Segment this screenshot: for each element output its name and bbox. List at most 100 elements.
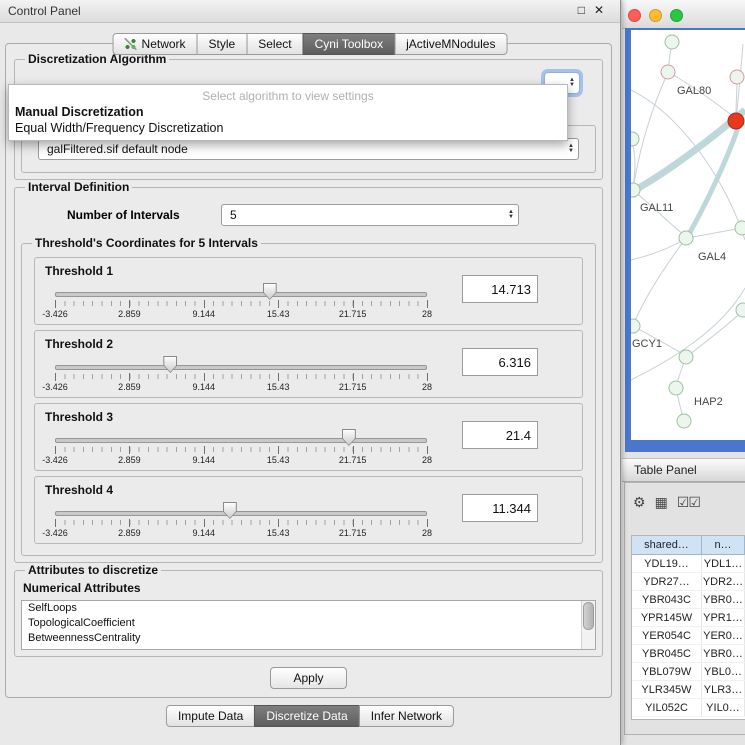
slider-major-tick xyxy=(353,519,354,527)
minimize-traffic-light[interactable] xyxy=(649,9,662,22)
table-row[interactable]: YBL079WYBL0… xyxy=(632,663,745,681)
tab-style[interactable]: Style xyxy=(197,33,248,55)
network-node-gal4[interactable] xyxy=(679,231,693,245)
number-of-intervals-combobox[interactable]: 5 ▲▼ xyxy=(221,204,519,226)
scrollbar-thumb[interactable] xyxy=(583,602,594,630)
window-controls: □ ✕ xyxy=(578,3,604,17)
settings-gear-icon[interactable]: ⚙ xyxy=(633,494,645,511)
numerical-attributes-list[interactable]: SelfLoopsTopologicalCoefficientBetweenne… xyxy=(21,600,596,650)
slider-tick-label: 15.43 xyxy=(267,382,290,392)
slider-tick-label: 21.715 xyxy=(339,455,367,465)
network-node[interactable] xyxy=(730,70,744,84)
slider-track[interactable] xyxy=(55,438,427,443)
network-node[interactable] xyxy=(631,132,639,146)
close-traffic-light[interactable] xyxy=(628,9,641,22)
slider-track[interactable] xyxy=(55,292,427,297)
slider-tick-label: -3.426 xyxy=(42,455,68,465)
network-window-titlebar[interactable] xyxy=(622,0,745,29)
threshold-value-input[interactable] xyxy=(462,348,538,376)
slider-major-tick xyxy=(129,300,130,308)
table-row[interactable]: YBR043CYBR0… xyxy=(632,591,745,609)
slider-track[interactable] xyxy=(55,511,427,516)
attribute-item[interactable]: BetweennessCentrality xyxy=(22,631,595,646)
table-row[interactable]: YDR27…YDR2… xyxy=(632,573,745,591)
threshold-value-input[interactable] xyxy=(462,275,538,303)
table-panel-header[interactable]: Table Panel xyxy=(622,458,745,482)
attribute-item[interactable]: TopologicalCoefficient xyxy=(22,616,595,631)
threshold-slider[interactable]: -3.4262.8599.14415.4321.71528 xyxy=(55,428,427,468)
network-node-hap2[interactable] xyxy=(669,381,683,395)
slider-thumb[interactable] xyxy=(342,429,356,446)
dropdown-option-equal-width-frequency-discretization[interactable]: Equal Width/Frequency Discretization xyxy=(9,120,567,136)
bottom-tab-bar: Impute DataDiscretize DataInfer Network xyxy=(166,705,454,727)
network-graph: GAL80GAL11GAL4GCY1HAP2 xyxy=(631,30,745,440)
table-row[interactable]: YPR145WYPR1… xyxy=(632,609,745,627)
number-of-intervals-row: Number of Intervals 5 ▲▼ xyxy=(67,204,596,226)
network-node[interactable] xyxy=(735,221,745,235)
tab-impute-data[interactable]: Impute Data xyxy=(166,705,255,727)
tab-jactivemnodules[interactable]: jActiveMNodules xyxy=(394,33,507,55)
table-row[interactable]: YIL052CYIL0… xyxy=(632,699,745,717)
network-node[interactable] xyxy=(736,303,745,317)
network-node[interactable] xyxy=(677,414,691,428)
dropdown-option-manual-discretization[interactable]: Manual Discretization xyxy=(9,104,567,120)
float-window-icon[interactable]: □ xyxy=(578,3,585,17)
show-columns-icon[interactable]: ▦ xyxy=(655,494,667,511)
network-edge[interactable] xyxy=(631,240,683,260)
network-node-gal11[interactable] xyxy=(631,183,640,197)
threshold-slider[interactable]: -3.4262.8599.14415.4321.71528 xyxy=(55,501,427,541)
table-data-value: galFiltered.sif default node xyxy=(47,142,188,156)
network-edge[interactable] xyxy=(686,228,742,238)
number-of-intervals-value: 5 xyxy=(230,208,237,222)
control-panel-title: Control Panel xyxy=(8,4,81,18)
thresholds-list: Threshold 1-3.4262.8599.14415.4321.71528… xyxy=(28,257,589,544)
slider-thumb[interactable] xyxy=(163,356,177,373)
attribute-item[interactable]: SelfLoops xyxy=(22,601,595,616)
threshold-value-input[interactable] xyxy=(462,494,538,522)
interval-definition-group: Interval Definition Number of Intervals … xyxy=(14,180,603,563)
control-panel-titlebar[interactable]: Control Panel □ ✕ xyxy=(0,0,620,23)
column-header-n[interactable]: n… xyxy=(702,536,745,555)
slider-thumb[interactable] xyxy=(223,502,237,519)
zoom-traffic-light[interactable] xyxy=(670,9,683,22)
table-panel: ⚙▦☑☑ shared…n… YDL19…YDL1…YDR27…YDR2…YBR… xyxy=(624,482,745,735)
threshold-value-input[interactable] xyxy=(462,421,538,449)
table-header-row: shared…n… xyxy=(632,536,745,555)
network-canvas[interactable]: GAL80GAL11GAL4GCY1HAP2 xyxy=(631,30,745,440)
slider-thumb[interactable] xyxy=(263,283,277,300)
network-view-frame: GAL80GAL11GAL4GCY1HAP2 xyxy=(625,28,745,452)
table-row[interactable]: YDL19…YDL1… xyxy=(632,555,745,573)
table-cell: YPR1… xyxy=(702,609,745,626)
tab-cyni-toolbox[interactable]: Cyni Toolbox xyxy=(303,33,395,55)
node-label-gal4: GAL4 xyxy=(698,251,726,263)
network-node-gcy1[interactable] xyxy=(631,319,640,333)
network-node[interactable] xyxy=(728,113,744,129)
table-row[interactable]: YER054CYER0… xyxy=(632,627,745,645)
tab-network[interactable]: Network xyxy=(113,33,198,55)
slider-major-tick xyxy=(278,519,279,527)
network-node-gal80[interactable] xyxy=(661,65,675,79)
slider-major-tick xyxy=(204,373,205,381)
network-node[interactable] xyxy=(679,350,693,364)
table-row[interactable]: YBR045CYBR0… xyxy=(632,645,745,663)
network-node[interactable] xyxy=(665,35,679,49)
table-row[interactable]: YLR345WYLR3… xyxy=(632,681,745,699)
network-edge[interactable] xyxy=(686,311,743,357)
table-data-combobox[interactable]: galFiltered.sif default node ▲▼ xyxy=(38,138,579,160)
threshold-slider[interactable]: -3.4262.8599.14415.4321.71528 xyxy=(55,355,427,395)
column-header-shared[interactable]: shared… xyxy=(632,536,702,555)
slider-track[interactable] xyxy=(55,365,427,370)
tab-infer-network[interactable]: Infer Network xyxy=(359,705,454,727)
apply-button[interactable]: Apply xyxy=(270,667,346,689)
threshold-slider[interactable]: -3.4262.8599.14415.4321.71528 xyxy=(55,282,427,322)
threshold-label: Threshold 2 xyxy=(45,337,113,351)
slider-tick-label: 9.144 xyxy=(193,309,216,319)
control-panel-content: Discretization Algorithm ▲▼ Table Data g… xyxy=(6,44,611,697)
slider-major-tick xyxy=(353,300,354,308)
attributes-scrollbar[interactable] xyxy=(581,601,595,649)
close-window-icon[interactable]: ✕ xyxy=(594,3,604,17)
select-attributes-icon[interactable]: ☑☑ xyxy=(677,494,700,511)
tab-select[interactable]: Select xyxy=(246,33,303,55)
network-edge[interactable] xyxy=(689,125,739,234)
tab-discretize-data[interactable]: Discretize Data xyxy=(254,705,359,727)
